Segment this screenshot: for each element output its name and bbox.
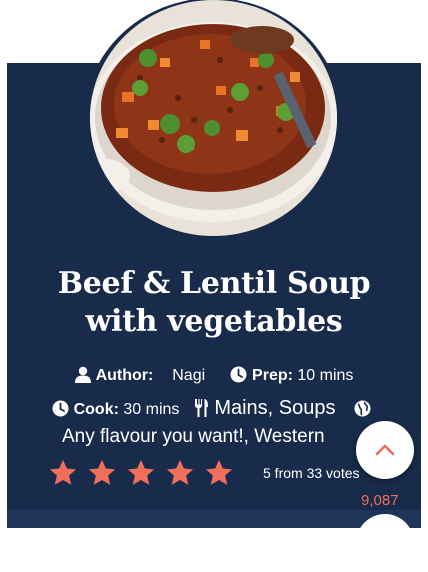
view-count: 9,087 (361, 492, 399, 509)
cook-time: 30 mins (123, 401, 180, 418)
user-icon (74, 366, 91, 388)
recipe-title-line-1: Beef & Lentil Soup (57, 266, 371, 301)
utensils-icon (194, 399, 209, 422)
secondary-floating-button[interactable] (356, 514, 414, 572)
clock-icon (230, 366, 247, 388)
star-icon[interactable] (48, 458, 78, 488)
star-icon[interactable] (165, 458, 195, 488)
recipe-title: Beef & Lentil Soup with vegetables (0, 265, 428, 341)
chevron-up-icon (375, 444, 395, 456)
globe-icon (354, 400, 371, 422)
author-name[interactable]: Nagi (172, 367, 205, 384)
card-footer-strip (7, 510, 421, 528)
cook-course-row: Cook: 30 mins Mains, Soups (0, 397, 428, 422)
author-label: Author: (95, 367, 154, 384)
rating-summary: 5 from 33 votes (263, 465, 360, 481)
cuisine-value: Any flavour you want!, Western (62, 426, 325, 447)
course-value: Mains, Soups (214, 397, 336, 419)
star-icon[interactable] (204, 458, 234, 488)
star-icon[interactable] (126, 458, 156, 488)
scroll-to-top-button[interactable] (356, 421, 414, 479)
prep-time: 10 mins (297, 367, 354, 384)
author-prep-row: Author: Nagi Prep: 10 mins (0, 366, 428, 388)
cook-label: Cook: (73, 401, 119, 418)
clock-icon (52, 400, 69, 422)
prep-label: Prep: (252, 367, 293, 384)
star-icon[interactable] (87, 458, 117, 488)
recipe-photo (90, 0, 337, 236)
recipe-title-line-2: with vegetables (85, 304, 343, 339)
